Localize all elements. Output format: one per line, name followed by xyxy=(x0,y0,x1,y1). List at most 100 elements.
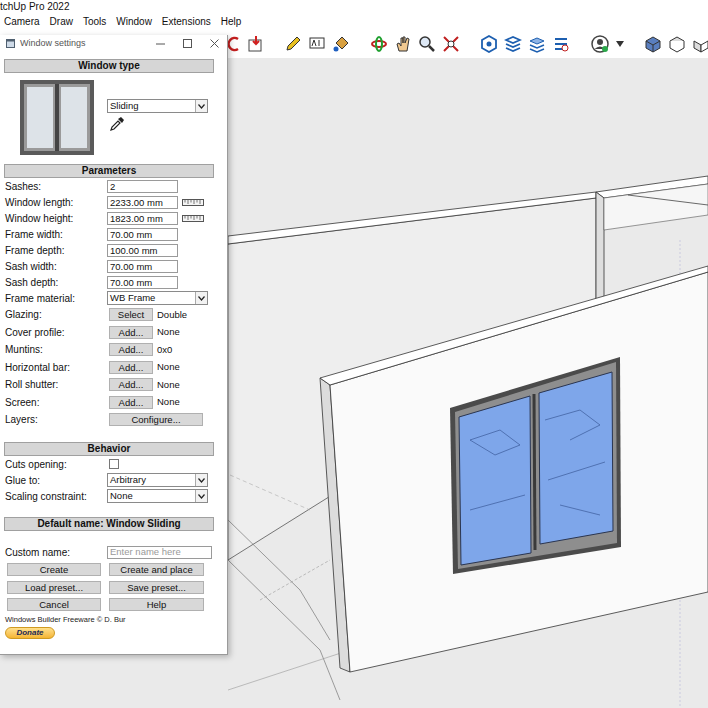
row-label: Sash width: xyxy=(5,259,107,274)
menu-item[interactable]: Draw xyxy=(50,14,73,29)
paint-bucket-icon[interactable] xyxy=(332,35,350,53)
row-label: Sash depth: xyxy=(5,275,107,290)
dialog-button[interactable]: Create and place xyxy=(109,563,204,576)
pencil-icon[interactable] xyxy=(284,35,302,53)
parameters-list: Sashes:2Window length:2233.00 mmWindow h… xyxy=(0,178,227,429)
row-label: Cover profile: xyxy=(5,325,107,340)
dialog-button[interactable]: Save preset... xyxy=(109,581,204,594)
measure-icon[interactable] xyxy=(182,215,204,222)
menu-bar: Camera Draw Tools Window Extensions Help xyxy=(0,14,708,29)
parameter-row: Muntins:Add...0x0 xyxy=(0,341,227,359)
chevron-down-icon xyxy=(198,494,205,499)
value-field[interactable]: 100.00 mm xyxy=(107,244,178,257)
undo-icon[interactable] xyxy=(226,35,240,53)
dropdown[interactable]: WB Frame xyxy=(107,291,208,305)
menu-item[interactable]: Window xyxy=(116,14,152,29)
dropdown[interactable]: Arbitrary xyxy=(107,473,208,487)
dropdown-value: Arbitrary xyxy=(108,474,195,486)
maximize-icon[interactable] xyxy=(183,39,192,48)
action-button[interactable]: Add... xyxy=(109,378,153,391)
parameter-row: Glue to:Arbitrary xyxy=(0,472,227,488)
parameter-row: Scaling constraint:None xyxy=(0,488,227,504)
value-field[interactable]: 2 xyxy=(107,180,178,193)
default-name-header: Default name: Window Sliding xyxy=(4,517,214,531)
account-icon[interactable] xyxy=(590,34,610,54)
chevron-down-icon xyxy=(198,478,205,483)
dropdown[interactable]: None xyxy=(107,489,208,503)
checkbox[interactable] xyxy=(109,459,119,469)
action-button[interactable]: Select xyxy=(109,308,153,321)
row-label: Roll shutter: xyxy=(5,377,107,392)
zoom-extents-icon[interactable] xyxy=(442,35,460,53)
dialog-button[interactable]: Create xyxy=(7,563,101,576)
extension-manager-icon[interactable] xyxy=(552,35,570,53)
dropdown-value: WB Frame xyxy=(108,292,195,304)
dialog-button[interactable]: Help xyxy=(109,598,204,611)
menu-item[interactable]: Extensions xyxy=(162,14,211,29)
warehouse-icon[interactable] xyxy=(480,35,498,53)
iso-view-icon[interactable] xyxy=(644,35,662,53)
action-button[interactable]: Add... xyxy=(109,326,153,339)
orbit-icon[interactable] xyxy=(370,35,388,53)
layers-icon[interactable] xyxy=(528,35,546,53)
row-value: None xyxy=(157,360,180,374)
dialog-title-bar[interactable]: Window settings xyxy=(0,35,227,52)
value-field[interactable]: 70.00 mm xyxy=(107,276,178,289)
row-label: Screen: xyxy=(5,395,107,410)
window-settings-dialog: Window settings Window type Sliding xyxy=(0,35,228,655)
minimize-icon[interactable] xyxy=(156,39,165,48)
chevron-down-icon xyxy=(198,296,205,301)
eyedropper-icon[interactable] xyxy=(109,116,125,132)
pan-hand-icon[interactable] xyxy=(394,35,412,53)
action-button[interactable]: Add... xyxy=(109,343,153,356)
section-header: Behavior xyxy=(4,442,214,456)
value-field[interactable]: 70.00 mm xyxy=(107,260,178,273)
menu-item[interactable]: Camera xyxy=(4,14,40,29)
action-button[interactable]: Add... xyxy=(109,396,153,409)
footer-credit: Windows Builder Freeware © D. Bur xyxy=(0,614,227,626)
section-header: Parameters xyxy=(4,164,214,178)
parameter-row: Horizontal bar:Add... None xyxy=(0,359,227,377)
custom-name-row: Custom name: xyxy=(0,545,227,559)
window-type-value: Sliding xyxy=(108,100,195,112)
parameter-row: Roll shutter:Add... None xyxy=(0,376,227,394)
donate-button[interactable]: Donate xyxy=(5,627,55,639)
menu-item[interactable]: Help xyxy=(221,14,242,29)
close-icon[interactable] xyxy=(210,39,219,48)
top-view-icon[interactable] xyxy=(668,35,686,53)
row-label: Horizontal bar: xyxy=(5,360,107,375)
custom-name-label: Custom name: xyxy=(5,545,107,560)
value-field[interactable]: 2233.00 mm xyxy=(107,196,178,209)
dropdown-arrow-icon[interactable] xyxy=(616,41,624,47)
row-value: None xyxy=(157,378,180,392)
parameter-row: Sash depth:70.00 mm xyxy=(0,274,227,290)
value-field[interactable]: 70.00 mm xyxy=(107,228,178,241)
parameter-row: Cover profile:Add... None xyxy=(0,324,227,342)
action-button[interactable]: Add... xyxy=(109,361,153,374)
parameter-row: Cuts opening: xyxy=(0,456,227,472)
chevron-down-icon xyxy=(198,104,205,109)
window-type-panel: Sliding xyxy=(0,73,227,162)
menu-item[interactable]: Tools xyxy=(83,14,106,29)
row-label: Muntins: xyxy=(5,342,107,357)
label-icon[interactable] xyxy=(308,35,326,53)
measure-icon[interactable] xyxy=(182,199,204,206)
row-label: Sashes: xyxy=(5,179,107,194)
extension-icon[interactable] xyxy=(504,35,522,53)
front-view-icon[interactable] xyxy=(692,35,708,53)
zoom-icon[interactable] xyxy=(418,35,436,53)
action-button[interactable]: Configure... xyxy=(109,413,203,426)
window-type-select[interactable]: Sliding xyxy=(107,99,208,113)
custom-name-input[interactable] xyxy=(107,546,212,559)
dialog-button[interactable]: Load preset... xyxy=(7,581,101,594)
import-icon[interactable] xyxy=(246,35,264,53)
section-header: Window type xyxy=(4,59,214,73)
value-field[interactable]: 1823.00 mm xyxy=(107,212,178,225)
app-window-icon xyxy=(6,39,15,48)
parameter-row: Sashes:2 xyxy=(0,178,227,194)
dialog-button[interactable]: Cancel xyxy=(7,598,101,611)
row-value: None xyxy=(157,325,180,339)
row-label: Scaling constraint: xyxy=(5,489,107,504)
row-label: Glue to: xyxy=(5,473,107,488)
app-title: tchUp Pro 2022 xyxy=(0,0,708,14)
